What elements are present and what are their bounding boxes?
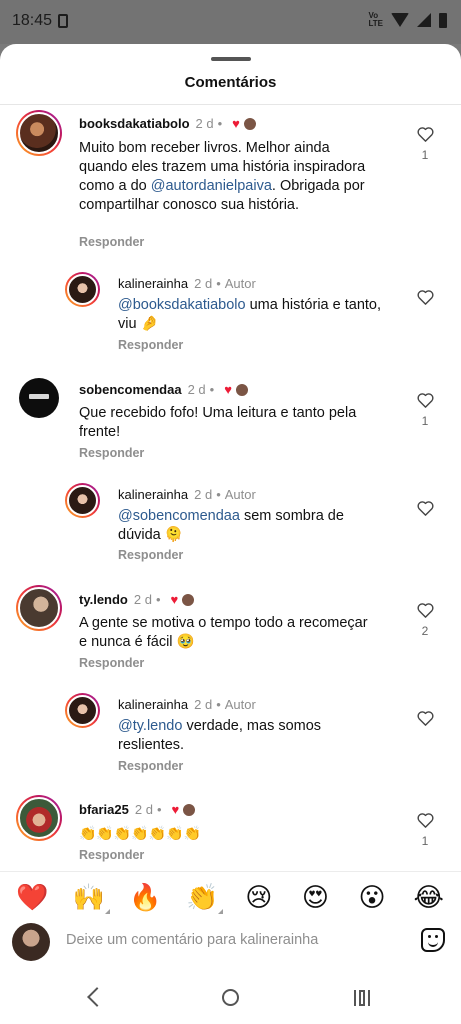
avatar[interactable]	[16, 110, 62, 156]
reaction-clap[interactable]: 👏	[184, 882, 224, 914]
title-divider	[0, 104, 461, 105]
reply-text: @booksdakatiabolo uma história e tanto, …	[118, 297, 382, 332]
reaction-crying[interactable]: 😢	[241, 882, 277, 912]
reply-meta: kalinerainha 2 d • Autor	[118, 697, 256, 712]
heart-icon	[416, 711, 434, 726]
avatar[interactable]	[65, 693, 100, 728]
heart-icon	[416, 290, 434, 305]
heart-icon	[416, 501, 434, 516]
system-nav-bar	[0, 980, 461, 1024]
mention-link[interactable]: @autordanielpaiva	[151, 178, 272, 194]
comment-input[interactable]: Deixe um comentário para kalinerainha	[66, 932, 318, 948]
avatar[interactable]	[16, 585, 62, 631]
author-mini-avatar	[234, 382, 249, 397]
reaction-heart-eyes[interactable]: 😍	[297, 882, 333, 912]
reply-meta: kalinerainha 2 d • Autor	[118, 487, 256, 502]
like-count: 1	[421, 414, 429, 428]
heart-icon	[416, 393, 434, 408]
sticker-icon[interactable]	[421, 928, 445, 952]
like-button[interactable]: 1	[413, 126, 437, 162]
reply-button[interactable]: Responder	[118, 338, 183, 352]
signal-icon	[417, 13, 431, 27]
avatar[interactable]	[65, 483, 100, 518]
author-badge: Autor	[224, 697, 256, 712]
reply-username[interactable]: kalinerainha	[118, 276, 188, 291]
comment-username[interactable]: sobencomendaa	[79, 382, 182, 397]
mention-link[interactable]: @ty.lendo	[118, 718, 182, 734]
reaction-fire[interactable]: 🔥	[128, 882, 164, 912]
heart-icon	[416, 813, 434, 828]
author-liked-heart-icon: ♥	[171, 802, 180, 817]
author-mini-avatar	[181, 592, 196, 607]
author-mini-avatar	[182, 802, 197, 817]
like-button[interactable]	[413, 500, 437, 516]
avatar[interactable]	[16, 795, 62, 841]
reply-button[interactable]: Responder	[79, 656, 144, 670]
sim-icon	[58, 14, 68, 28]
comment-text: A gente se motiva o tempo todo a recomeç…	[79, 615, 368, 650]
battery-icon	[439, 12, 447, 28]
reply-button[interactable]: Responder	[118, 548, 183, 562]
reply-meta: kalinerainha 2 d • Autor	[118, 276, 256, 291]
comment-time: 2 d	[195, 116, 214, 131]
heart-icon	[416, 127, 434, 142]
comment-meta: bfaria25 2 d • ♥	[79, 802, 197, 817]
comment-username[interactable]: bfaria25	[79, 802, 129, 817]
like-button[interactable]: 2	[413, 602, 437, 638]
volte-icon: Vo LTE	[368, 11, 383, 28]
avatar[interactable]	[19, 378, 59, 418]
reply-button[interactable]: Responder	[118, 759, 183, 773]
drag-handle[interactable]	[211, 57, 251, 61]
like-button[interactable]: 1	[413, 392, 437, 428]
comment-meta: booksdakatiabolo 2 d • ♥	[79, 116, 257, 131]
home-icon[interactable]	[222, 989, 239, 1006]
like-count: 1	[421, 148, 429, 162]
status-bar: 18:45 Vo LTE	[0, 0, 461, 44]
like-button[interactable]: 1	[413, 812, 437, 848]
author-mini-avatar	[242, 116, 257, 131]
reaction-raised-hands[interactable]: 🙌	[71, 882, 110, 914]
heart-icon	[416, 603, 434, 618]
like-count: 2	[421, 624, 429, 638]
author-badge: Autor	[224, 276, 256, 291]
author-liked-heart-icon: ♥	[224, 382, 232, 397]
reply-button[interactable]: Responder	[79, 446, 144, 460]
wifi-icon	[391, 13, 409, 27]
reply-username[interactable]: kalinerainha	[118, 697, 188, 712]
like-button[interactable]	[413, 710, 437, 726]
reply-text: @sobencomendaa sem sombra de dúvida 🫠	[118, 508, 344, 543]
comment-text: Que recebido fofo! Uma leitura e tanto p…	[79, 405, 357, 440]
comment-text: Muito bom receber livros. Melhor ainda q…	[79, 140, 366, 213]
comment-text: 👏👏👏👏👏👏👏	[79, 825, 202, 841]
comment-meta: sobencomendaa 2 d • ♥	[79, 382, 249, 397]
quick-reactions-bar: ❤️ 🙌 🔥 👏 😢 😍 😮 😂	[0, 871, 461, 921]
like-count: 1	[421, 834, 429, 848]
mention-link[interactable]: @sobencomendaa	[118, 508, 240, 524]
avatar[interactable]	[65, 272, 100, 307]
comment-username[interactable]: ty.lendo	[79, 592, 128, 607]
recents-icon[interactable]	[354, 990, 374, 1006]
comments-sheet: Comentários booksdakatiabolo 2 d • ♥ Mui…	[0, 44, 461, 980]
comment-composer: Deixe um comentário para kalinerainha	[0, 921, 461, 961]
author-liked-heart-icon: ♥	[170, 592, 179, 607]
reaction-surprised[interactable]: 😮	[354, 882, 390, 912]
reply-username[interactable]: kalinerainha	[118, 487, 188, 502]
reply-button[interactable]: Responder	[79, 235, 144, 249]
reaction-heart[interactable]: ❤️	[14, 882, 50, 912]
comment-meta: ty.lendo 2 d • ♥	[79, 592, 196, 607]
reply-text: @ty.lendo verdade, mas somos reslientes.	[118, 718, 322, 753]
comment-username[interactable]: booksdakatiabolo	[79, 116, 190, 131]
sheet-title: Comentários	[184, 74, 277, 91]
like-button[interactable]	[413, 289, 437, 305]
author-liked-heart-icon: ♥	[232, 116, 240, 131]
mention-link[interactable]: @booksdakatiabolo	[118, 297, 246, 313]
back-icon[interactable]	[87, 987, 107, 1007]
status-time: 18:45	[12, 12, 53, 29]
reaction-laughing[interactable]: 😂	[411, 882, 447, 912]
status-icons: Vo LTE	[368, 12, 447, 28]
author-badge: Autor	[224, 487, 256, 502]
current-user-avatar	[12, 923, 50, 961]
reply-button[interactable]: Responder	[79, 848, 144, 862]
